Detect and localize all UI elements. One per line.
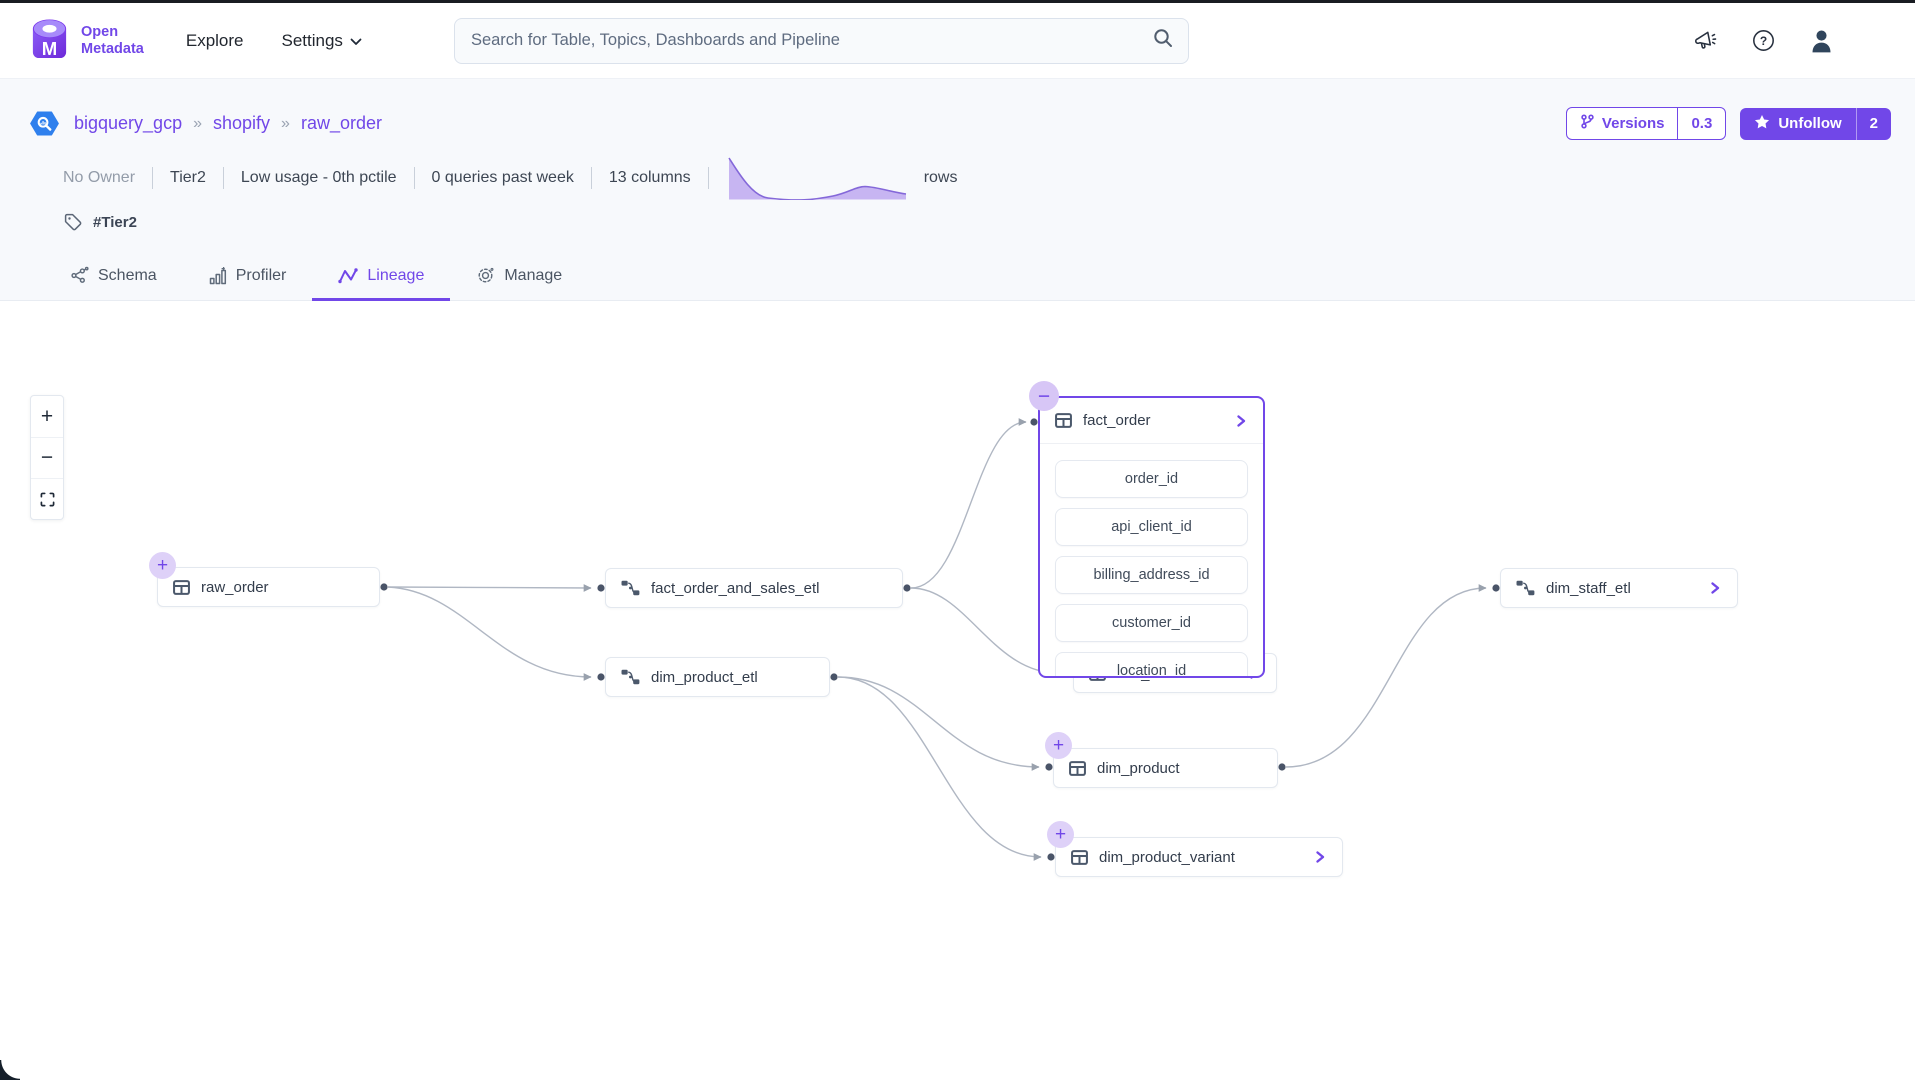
unfollow-label: Unfollow	[1778, 115, 1841, 132]
lineage-node-fact-order-and-sales-etl[interactable]: fact_order_and_sales_etl	[605, 568, 903, 608]
expanded-node-header[interactable]: fact_order	[1040, 398, 1263, 444]
node-label: dim_product_variant	[1099, 849, 1235, 866]
lineage-tab-icon	[338, 267, 358, 285]
tab-label: Lineage	[367, 267, 424, 285]
pipeline-icon	[621, 580, 640, 596]
lineage-node-fact-order-expanded[interactable]: fact_order order_id api_client_id billin…	[1038, 396, 1265, 678]
collapse-lineage-badge[interactable]: −	[1029, 381, 1059, 411]
zoom-in-button[interactable]: +	[31, 396, 63, 437]
zoom-out-button[interactable]: −	[31, 437, 63, 478]
nav-settings[interactable]: Settings	[282, 31, 362, 51]
svg-text:M: M	[42, 38, 57, 59]
chevron-down-icon	[350, 31, 362, 51]
help-icon[interactable]: ?	[1751, 28, 1776, 53]
chevron-right-icon[interactable]	[1234, 414, 1248, 428]
breadcrumb-table[interactable]: raw_order	[301, 113, 382, 134]
column-pill[interactable]: location_id	[1055, 652, 1248, 678]
node-label: dim_product_etl	[651, 669, 758, 686]
search-input[interactable]	[471, 31, 1152, 50]
fit-view-button[interactable]	[31, 478, 63, 519]
table-icon	[1055, 412, 1072, 429]
nav-explore[interactable]: Explore	[186, 31, 244, 51]
table-icon	[1069, 760, 1086, 777]
tab-label: Schema	[98, 267, 157, 285]
entity-meta-row: No Owner Tier2 Low usage - 0th pctile 0 …	[63, 156, 1891, 200]
lineage-node-dim-product-etl[interactable]: dim_product_etl	[605, 657, 830, 697]
canvas-zoom-controls: + −	[30, 395, 64, 520]
rows-label: rows	[924, 169, 958, 187]
entity-header: bigquery_gcp » shopify » raw_order Versi…	[0, 79, 1915, 301]
expand-lineage-badge[interactable]: +	[1045, 732, 1072, 759]
expanded-node-columns: order_id api_client_id billing_address_i…	[1040, 444, 1263, 678]
queries-value: 0 queries past week	[432, 169, 574, 187]
columns-count: 13 columns	[609, 169, 691, 187]
breadcrumb: bigquery_gcp » shopify » raw_order	[30, 109, 382, 138]
owner-value: No Owner	[63, 169, 135, 187]
lineage-node-dim-product-variant[interactable]: dim_product_variant	[1055, 837, 1343, 877]
breadcrumb-separator: »	[193, 115, 202, 133]
tab-manage[interactable]: Manage	[450, 252, 588, 301]
expand-lineage-badge[interactable]: +	[149, 552, 176, 579]
global-search-bar[interactable]	[454, 18, 1189, 64]
node-label: dim_product	[1097, 760, 1180, 777]
tier-tag[interactable]: #Tier2	[93, 214, 137, 231]
expand-lineage-badge[interactable]: +	[1047, 821, 1074, 848]
schema-tab-icon	[70, 266, 89, 285]
branch-icon	[1580, 114, 1595, 133]
lineage-node-dim-product[interactable]: dim_product	[1053, 748, 1278, 788]
breadcrumb-schema[interactable]: shopify	[213, 113, 270, 134]
user-avatar[interactable]	[1808, 27, 1835, 54]
follower-count-badge: 2	[1856, 108, 1891, 140]
tab-schema[interactable]: Schema	[44, 252, 183, 301]
tab-lineage[interactable]: Lineage	[312, 252, 450, 301]
versions-label: Versions	[1602, 115, 1665, 132]
tab-label: Manage	[504, 267, 562, 285]
column-pill[interactable]: billing_address_id	[1055, 556, 1248, 594]
column-pill[interactable]: api_client_id	[1055, 508, 1248, 546]
usage-value: Low usage - 0th pctile	[241, 169, 397, 187]
star-icon	[1754, 114, 1770, 134]
tag-icon	[63, 212, 83, 232]
versions-button[interactable]: Versions 0.3	[1566, 107, 1726, 140]
chevron-right-icon[interactable]	[1313, 850, 1327, 864]
brand-name-line1: Open	[81, 24, 144, 41]
tab-profiler[interactable]: Profiler	[183, 252, 313, 301]
tags-row: #Tier2	[63, 212, 1891, 232]
pipeline-icon	[621, 669, 640, 685]
unfollow-button[interactable]: Unfollow 2	[1740, 108, 1891, 140]
rows-sparkline-chart	[728, 156, 908, 200]
bigquery-service-icon	[30, 109, 59, 138]
pipeline-icon	[1516, 580, 1535, 596]
breadcrumb-service[interactable]: bigquery_gcp	[74, 113, 182, 134]
chevron-right-icon[interactable]	[1708, 581, 1722, 595]
version-value-badge: 0.3	[1677, 108, 1725, 139]
window-bottom-corner	[0, 1060, 20, 1080]
column-pill[interactable]: customer_id	[1055, 604, 1248, 642]
openmetadata-logo-icon: M	[28, 16, 71, 66]
tier-value: Tier2	[170, 169, 206, 187]
top-navigation-bar: M Open Metadata Explore Settings	[0, 3, 1915, 79]
profiler-tab-icon	[209, 267, 227, 285]
entity-tabs: Schema Profiler Lineage Manage	[44, 252, 1891, 300]
lineage-node-raw-order[interactable]: raw_order	[157, 567, 380, 607]
tab-label: Profiler	[236, 267, 287, 285]
node-label: fact_order_and_sales_etl	[651, 580, 819, 597]
table-icon	[173, 579, 190, 596]
node-label: dim_staff_etl	[1546, 580, 1631, 597]
column-pill[interactable]: order_id	[1055, 460, 1248, 498]
node-label: raw_order	[201, 579, 269, 596]
manage-tab-icon	[476, 266, 495, 285]
breadcrumb-separator: »	[281, 115, 290, 133]
node-label: fact_order	[1083, 412, 1151, 429]
lineage-edges	[0, 301, 1915, 1080]
openmetadata-logo[interactable]: M Open Metadata	[28, 16, 144, 66]
svg-text:?: ?	[1760, 34, 1767, 48]
lineage-canvas[interactable]: + − raw_order fact_order_and_sales_etl d…	[0, 301, 1915, 1080]
table-icon	[1071, 849, 1088, 866]
lineage-node-dim-staff-etl[interactable]: dim_staff_etl	[1500, 568, 1738, 608]
search-icon[interactable]	[1152, 27, 1174, 54]
brand-name-line2: Metadata	[81, 41, 144, 58]
announcement-icon[interactable]	[1692, 28, 1719, 53]
